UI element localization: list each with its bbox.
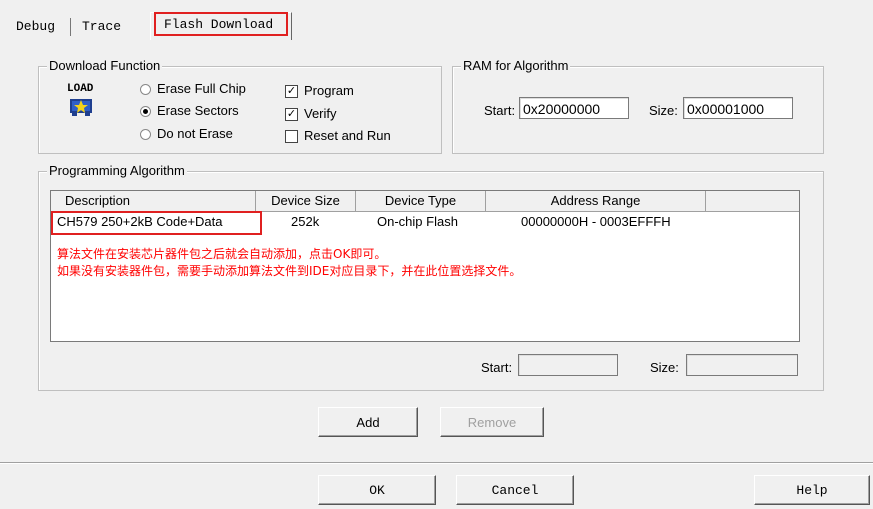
reset-and-run-checkbox[interactable]: Reset and Run — [285, 127, 391, 145]
footer-divider-highlight — [0, 463, 873, 464]
algorithm-start-label: Start: — [481, 360, 513, 375]
algorithm-size-input[interactable] — [686, 354, 798, 376]
checkmark-icon: ✓ — [285, 85, 298, 99]
row-device-size: 252k — [291, 214, 320, 229]
ram-for-algorithm-title: RAM for Algorithm — [461, 58, 571, 74]
download-function-title: Download Function — [47, 58, 163, 74]
tab-bar: Debug Trace Flash Download — [10, 10, 870, 40]
load-icon: LOAD — [65, 83, 101, 123]
tab-highlight-box — [154, 12, 288, 36]
checkbox-empty — [285, 130, 298, 144]
ram-size-input[interactable]: 0x00001000 — [683, 97, 793, 119]
tab-separator — [70, 18, 71, 36]
column-device-size[interactable]: Device Size — [256, 191, 356, 211]
algorithm-start-input[interactable] — [518, 354, 618, 376]
download-function-group: Download Function LOAD Erase Full Chip E… — [38, 58, 442, 154]
radio-circle — [140, 129, 151, 141]
ok-button[interactable]: OK — [318, 475, 436, 505]
row-address-range: 00000000H - 0003EFFFH — [521, 214, 671, 229]
erase-sectors-radio[interactable]: Erase Sectors — [140, 102, 239, 120]
ram-start-label: Start: — [484, 103, 516, 118]
ram-for-algorithm-group: RAM for Algorithm Start: 0x20000000 Size… — [452, 58, 824, 154]
note-line-2: 如果没有安装器件包，需要手动添加算法文件到IDE对应目录下，并在此位置选择文件。 — [57, 264, 522, 278]
note-line-1: 算法文件在安装芯片器件包之后就会自动添加，点击OK即可。 — [57, 247, 387, 261]
erase-full-chip-radio[interactable]: Erase Full Chip — [140, 80, 246, 98]
ram-size-label: Size: — [649, 103, 678, 118]
cancel-button[interactable]: Cancel — [456, 475, 574, 505]
checkmark-icon: ✓ — [285, 108, 298, 122]
description-highlight-box — [51, 211, 262, 235]
algorithm-list[interactable]: Description Device Size Device Type Addr… — [50, 190, 800, 342]
column-description[interactable]: Description — [51, 191, 256, 211]
algorithm-size-label: Size: — [650, 360, 679, 375]
verify-checkbox[interactable]: ✓ Verify — [285, 105, 337, 123]
remove-button[interactable]: Remove — [440, 407, 544, 437]
row-device-type: On-chip Flash — [377, 214, 458, 229]
programming-algorithm-title: Programming Algorithm — [47, 163, 187, 179]
radio-circle-checked — [140, 106, 151, 118]
help-button[interactable]: Help — [754, 475, 870, 505]
column-address-range[interactable]: Address Range — [486, 191, 706, 211]
do-not-erase-radio[interactable]: Do not Erase — [140, 125, 233, 143]
program-checkbox[interactable]: ✓ Program — [285, 82, 354, 100]
ram-start-input[interactable]: 0x20000000 — [519, 97, 629, 119]
tab-debug[interactable]: Debug — [10, 16, 61, 38]
column-device-type[interactable]: Device Type — [356, 191, 486, 211]
add-button[interactable]: Add — [318, 407, 418, 437]
radio-circle — [140, 84, 151, 96]
list-header: Description Device Size Device Type Addr… — [51, 191, 799, 212]
tab-trace[interactable]: Trace — [76, 16, 127, 38]
